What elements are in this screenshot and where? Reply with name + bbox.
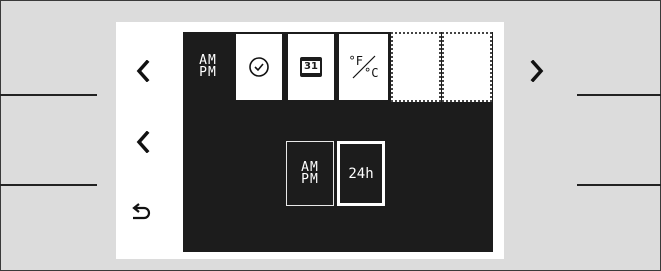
celsius-text: °C	[364, 66, 379, 80]
prev-tab-button[interactable]	[128, 56, 158, 86]
option-24h-label: 24h	[348, 165, 374, 182]
calendar-day-text: 31	[302, 61, 320, 73]
divider-left-top	[0, 94, 97, 96]
tab-clock[interactable]	[234, 32, 284, 102]
option-24h[interactable]: 24h	[337, 141, 385, 206]
prev-option-button[interactable]	[128, 127, 158, 157]
ampm-tab-label: AM PM	[199, 54, 217, 80]
chevron-left-icon	[136, 60, 150, 82]
tab-empty-slot-1	[391, 32, 441, 102]
chevron-left-icon	[136, 131, 150, 153]
back-arrow-icon	[132, 203, 151, 220]
calendar-icon: 31	[300, 57, 322, 77]
tab-time-format[interactable]: AM PM	[183, 32, 233, 102]
next-tab-button[interactable]	[522, 56, 552, 86]
divider-left-bottom	[0, 184, 97, 186]
pm-text: PM	[199, 65, 217, 80]
tab-temperature-units[interactable]: °F °C	[337, 32, 390, 102]
divider-right-top	[577, 94, 661, 96]
option-ampm-label: AM PM	[301, 161, 319, 187]
tab-empty-slot-2	[442, 32, 492, 102]
back-button[interactable]	[126, 198, 156, 228]
option-pm-text: PM	[301, 171, 319, 187]
temperature-unit-icon: °F °C	[349, 54, 379, 80]
clock-icon	[249, 57, 269, 77]
option-ampm[interactable]: AM PM	[286, 141, 334, 206]
divider-right-bottom	[577, 184, 661, 186]
tab-date[interactable]: 31	[286, 32, 336, 102]
chevron-right-icon	[530, 60, 544, 82]
